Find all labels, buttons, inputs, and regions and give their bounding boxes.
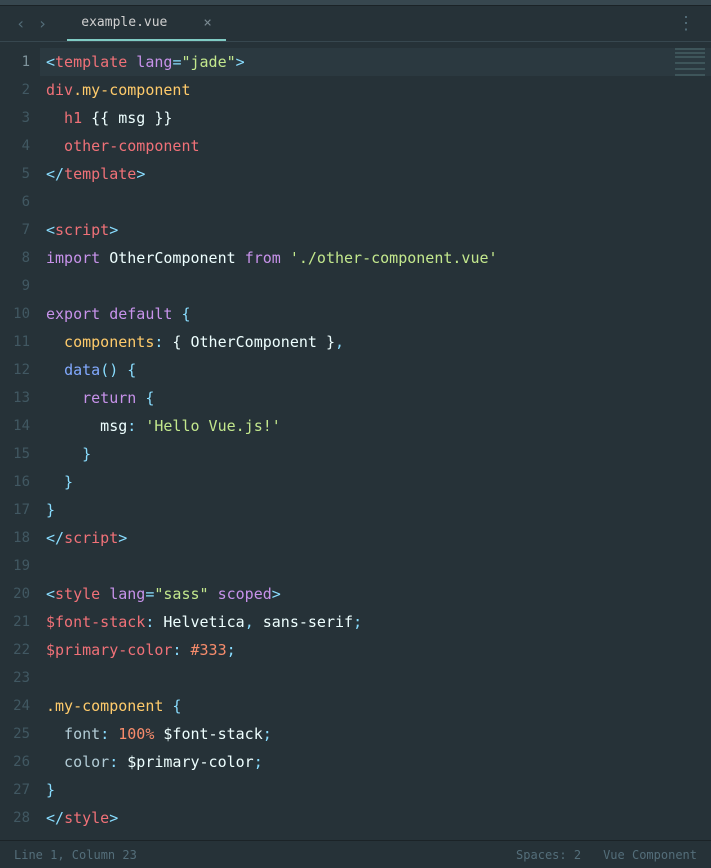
code-line: </style> bbox=[40, 804, 711, 832]
tab-active[interactable]: example.vue × bbox=[67, 6, 226, 41]
code-area[interactable]: <template lang="jade"> div.my-component … bbox=[40, 42, 711, 840]
code-line: $primary-color: #333; bbox=[40, 636, 711, 664]
tab-bar: ‹ › example.vue × ⋮ bbox=[0, 6, 711, 42]
code-line: font: 100% $font-stack; bbox=[40, 720, 711, 748]
code-line: data() { bbox=[40, 356, 711, 384]
code-line: } bbox=[40, 440, 711, 468]
status-bar: Line 1, Column 23 Spaces: 2 Vue Componen… bbox=[0, 840, 711, 868]
code-line: components: { OtherComponent }, bbox=[40, 328, 711, 356]
code-line bbox=[40, 664, 711, 692]
code-line: color: $primary-color; bbox=[40, 748, 711, 776]
code-line: } bbox=[40, 776, 711, 804]
code-line: } bbox=[40, 496, 711, 524]
code-line bbox=[40, 188, 711, 216]
code-line: div.my-component bbox=[40, 76, 711, 104]
code-line: msg: 'Hello Vue.js!' bbox=[40, 412, 711, 440]
nav-back-icon[interactable]: ‹ bbox=[10, 10, 32, 37]
code-line: export default { bbox=[40, 300, 711, 328]
code-line: h1 {{ msg }} bbox=[40, 104, 711, 132]
status-spaces[interactable]: Spaces: 2 bbox=[516, 848, 581, 862]
code-line bbox=[40, 552, 711, 580]
code-line: </script> bbox=[40, 524, 711, 552]
code-line: </template> bbox=[40, 160, 711, 188]
code-line: <template lang="jade"> bbox=[40, 48, 711, 76]
status-cursor[interactable]: Line 1, Column 23 bbox=[14, 848, 137, 862]
code-line: other-component bbox=[40, 132, 711, 160]
code-line: import OtherComponent from './other-comp… bbox=[40, 244, 711, 272]
line-gutter: 12345 678910 1112131415 1617181920 21222… bbox=[0, 42, 40, 840]
minimap[interactable] bbox=[675, 48, 705, 108]
code-line: <script> bbox=[40, 216, 711, 244]
status-syntax[interactable]: Vue Component bbox=[603, 848, 697, 862]
code-line: } bbox=[40, 468, 711, 496]
nav-forward-icon[interactable]: › bbox=[32, 10, 54, 37]
close-icon[interactable]: × bbox=[203, 15, 211, 31]
code-line bbox=[40, 272, 711, 300]
kebab-menu-icon[interactable]: ⋮ bbox=[671, 13, 701, 34]
code-line: .my-component { bbox=[40, 692, 711, 720]
code-line: return { bbox=[40, 384, 711, 412]
tab-filename: example.vue bbox=[81, 15, 167, 30]
editor[interactable]: 12345 678910 1112131415 1617181920 21222… bbox=[0, 42, 711, 840]
code-line: <style lang="sass" scoped> bbox=[40, 580, 711, 608]
code-line: $font-stack: Helvetica, sans-serif; bbox=[40, 608, 711, 636]
